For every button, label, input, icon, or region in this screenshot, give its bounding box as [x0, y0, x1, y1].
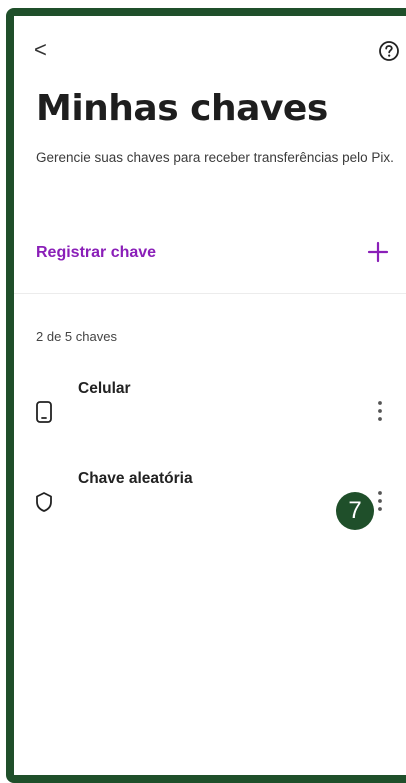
step-number-badge: 7 [336, 492, 374, 530]
divider [14, 293, 406, 294]
keys-count: 2 de 5 chaves [36, 329, 117, 344]
register-key-label: Registrar chave [36, 244, 157, 261]
key-item-celular[interactable]: Celular [14, 374, 406, 444]
more-options-icon[interactable] [372, 398, 388, 424]
page-subtitle: Gerencie suas chaves para receber transf… [36, 150, 394, 165]
key-label: Chave aleatória [78, 470, 193, 487]
plus-icon [367, 241, 389, 263]
back-button[interactable]: < [34, 36, 58, 64]
phone-icon [36, 401, 52, 423]
question-circle-icon [379, 41, 399, 61]
top-bar: < [14, 34, 406, 74]
register-key-button[interactable]: Registrar chave [14, 234, 406, 274]
chevron-left-icon: < [34, 37, 47, 62]
key-label: Celular [78, 380, 131, 397]
help-button[interactable] [378, 40, 400, 62]
page-title: Minhas chaves [36, 88, 328, 129]
shield-icon [36, 492, 52, 512]
screen: < Minhas chaves Gerencie suas chaves par… [14, 16, 406, 775]
more-options-icon[interactable] [372, 488, 388, 514]
phone-frame: < Minhas chaves Gerencie suas chaves par… [6, 8, 406, 783]
